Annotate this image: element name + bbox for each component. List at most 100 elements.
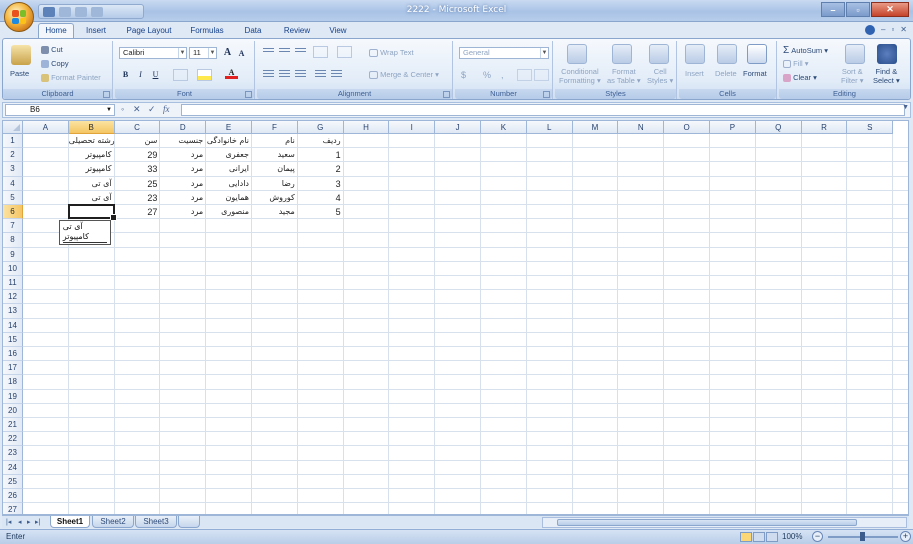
delete-cells-icon[interactable] xyxy=(717,44,737,64)
last-sheet-icon[interactable]: ▸| xyxy=(35,518,40,526)
tab-insert[interactable]: Insert xyxy=(78,24,114,38)
cell-d6[interactable]: مرد xyxy=(160,205,206,219)
zoom-in-button[interactable]: + xyxy=(900,531,911,542)
row-header-12[interactable]: 12 xyxy=(3,290,23,305)
cell-g2[interactable]: 1 xyxy=(298,148,344,162)
cell-d5[interactable]: مرد xyxy=(160,191,206,205)
comma-button[interactable]: , xyxy=(501,70,504,80)
select-all-corner[interactable] xyxy=(3,121,23,134)
scroll-thumb[interactable] xyxy=(557,519,857,526)
format-cells-icon[interactable] xyxy=(747,44,767,64)
font-launcher-icon[interactable] xyxy=(245,91,252,98)
expand-formula-bar-icon[interactable]: ▼ xyxy=(902,104,909,111)
cell-f4[interactable]: رضا xyxy=(252,177,298,191)
column-header-c[interactable]: C xyxy=(114,121,161,134)
tab-page-layout[interactable]: Page Layout xyxy=(120,24,178,38)
font-color-button[interactable]: A xyxy=(225,67,238,79)
column-header-b[interactable]: B xyxy=(68,121,115,134)
cell-g3[interactable]: 2 xyxy=(298,162,344,176)
cancel-entry-icon[interactable]: ✕ xyxy=(133,104,141,115)
row-header-13[interactable]: 13 xyxy=(3,304,23,319)
ribbon-close-icon[interactable]: ✕ xyxy=(900,25,907,35)
normal-view-icon[interactable] xyxy=(740,532,752,542)
alignment-launcher-icon[interactable] xyxy=(443,91,450,98)
active-cell[interactable] xyxy=(67,204,117,222)
tab-data[interactable]: Data xyxy=(236,24,270,38)
wrap-text-button[interactable]: Wrap Text xyxy=(369,48,414,58)
cell-e6[interactable]: منصوری xyxy=(206,205,252,219)
cell-g4[interactable]: 3 xyxy=(298,177,344,191)
column-header-p[interactable]: P xyxy=(710,121,756,134)
cell-f1[interactable]: نام xyxy=(252,134,298,148)
zoom-slider-thumb[interactable] xyxy=(860,532,865,541)
row-header-23[interactable]: 23 xyxy=(3,446,23,461)
shrink-font-button[interactable]: A xyxy=(235,48,248,60)
cell-e4[interactable]: دادایی xyxy=(206,177,252,191)
cell-d3[interactable]: مرد xyxy=(160,162,206,176)
cell-e2[interactable]: جعفری xyxy=(206,148,252,162)
paste-icon[interactable] xyxy=(11,45,31,65)
row-header-22[interactable]: 22 xyxy=(3,432,23,447)
column-header-q[interactable]: Q xyxy=(755,121,802,134)
column-header-j[interactable]: J xyxy=(435,121,481,134)
autocomplete-list[interactable]: آی تی کامپیوتر xyxy=(58,220,111,246)
cell-g6[interactable]: 5 xyxy=(298,205,344,219)
number-launcher-icon[interactable] xyxy=(543,91,550,98)
cell-b2[interactable]: کامپیوتر xyxy=(69,148,115,162)
align-right-icon[interactable] xyxy=(293,68,308,80)
row-header-15[interactable]: 15 xyxy=(3,332,23,347)
conditional-formatting-icon[interactable] xyxy=(567,44,587,64)
fill-color-icon[interactable] xyxy=(197,69,212,81)
format-button[interactable]: Format xyxy=(743,69,767,78)
cell-f2[interactable]: سعید xyxy=(252,148,298,162)
format-painter-button[interactable]: Format Painter xyxy=(41,73,101,83)
office-button[interactable] xyxy=(4,2,34,32)
sheet-tab-1[interactable]: Sheet1 xyxy=(50,516,90,528)
cell-b3[interactable]: کامپیوتر xyxy=(69,162,115,176)
column-header-a[interactable]: A xyxy=(23,121,69,134)
column-header-n[interactable]: N xyxy=(618,121,665,134)
clear-button[interactable]: Clear ▾ xyxy=(783,73,817,83)
paste-button[interactable]: Paste xyxy=(10,69,29,78)
row-header-19[interactable]: 19 xyxy=(3,389,23,404)
underline-button[interactable]: U xyxy=(149,69,162,81)
row-header-5[interactable]: 5 xyxy=(3,190,23,205)
binoculars-icon[interactable] xyxy=(877,44,897,64)
horizontal-scrollbar[interactable] xyxy=(542,517,907,528)
bottom-align-icon[interactable] xyxy=(293,46,308,58)
cell-g5[interactable]: 4 xyxy=(298,191,344,205)
column-header-g[interactable]: G xyxy=(297,121,344,134)
insert-button[interactable]: Insert xyxy=(685,69,704,78)
sort-filter-button[interactable]: Sort & Filter ▾ xyxy=(841,67,864,85)
ribbon-minimize-icon[interactable]: – xyxy=(881,25,885,35)
cell-e3[interactable]: ایرانی xyxy=(206,162,252,176)
row-header-11[interactable]: 11 xyxy=(3,276,23,291)
tab-home[interactable]: Home xyxy=(38,23,74,39)
middle-align-icon[interactable] xyxy=(277,46,292,58)
page-break-view-icon[interactable] xyxy=(766,532,778,542)
sheet-tab-3[interactable]: Sheet3 xyxy=(135,516,177,528)
row-header-18[interactable]: 18 xyxy=(3,375,23,390)
minimize-button[interactable]: – xyxy=(821,2,845,17)
zoom-out-button[interactable]: − xyxy=(812,531,823,542)
autocomplete-item[interactable]: کامپیوتر xyxy=(62,232,107,244)
format-as-table-icon[interactable] xyxy=(612,44,632,64)
conditional-formatting-button[interactable]: Conditional Formatting ▾ xyxy=(559,67,601,85)
indent-icon[interactable] xyxy=(337,46,352,58)
row-header-16[interactable]: 16 xyxy=(3,347,23,362)
close-button[interactable]: ✕ xyxy=(871,2,909,17)
font-size-select[interactable]: 11 ▼ xyxy=(189,47,217,59)
insert-cells-icon[interactable] xyxy=(685,44,705,64)
cell-c5[interactable]: 23 xyxy=(115,191,161,205)
row-header-26[interactable]: 26 xyxy=(3,489,23,504)
top-align-icon[interactable] xyxy=(261,46,276,58)
row-header-21[interactable]: 21 xyxy=(3,418,23,433)
increase-indent-icon[interactable] xyxy=(329,68,344,80)
column-header-d[interactable]: D xyxy=(160,121,207,134)
column-header-k[interactable]: K xyxy=(481,121,527,134)
name-box[interactable]: B6 ▼ xyxy=(5,104,115,116)
insert-function-icon[interactable]: fx xyxy=(163,104,170,114)
cell-c2[interactable]: 29 xyxy=(115,148,161,162)
ribbon-restore-icon[interactable]: ▫ xyxy=(891,25,894,35)
row-header-4[interactable]: 4 xyxy=(3,176,23,191)
